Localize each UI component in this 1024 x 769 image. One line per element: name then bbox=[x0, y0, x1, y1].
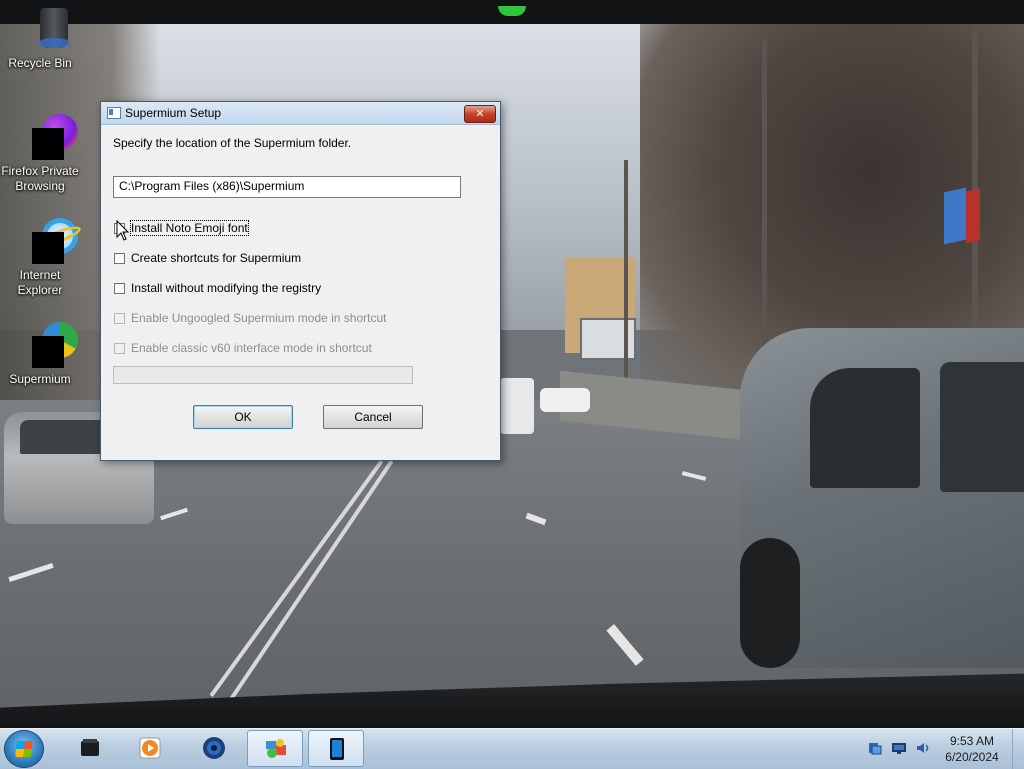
dialog-title: Supermium Setup bbox=[125, 106, 222, 120]
folder-instruction-label: Specify the location of the Supermium fo… bbox=[113, 136, 352, 150]
close-button[interactable]: ✕ bbox=[464, 105, 496, 123]
wallpaper-pole-right bbox=[972, 30, 978, 330]
taskbar-item-supermium-setup[interactable] bbox=[308, 730, 364, 767]
internet-explorer-icon bbox=[16, 218, 83, 266]
clock-time: 9:53 AM bbox=[949, 734, 995, 748]
checkbox-label: Install Noto Emoji font bbox=[130, 220, 249, 236]
setup-app-icon bbox=[107, 107, 121, 119]
install-path-input[interactable]: C:\Program Files (x86)\Supermium bbox=[113, 176, 461, 198]
wallpaper-car-distant bbox=[540, 388, 590, 412]
start-button[interactable] bbox=[5, 731, 43, 767]
clock-date: 6/20/2024 bbox=[945, 750, 999, 764]
desktop-icon-label: Recycle Bin bbox=[8, 56, 72, 70]
wallpaper-car-right bbox=[740, 328, 1024, 668]
close-icon: ✕ bbox=[475, 107, 485, 120]
desktop-icon-recycle-bin[interactable]: Recycle Bin bbox=[0, 8, 80, 71]
show-desktop-button[interactable] bbox=[1012, 729, 1024, 769]
cancel-button[interactable]: Cancel bbox=[323, 405, 423, 429]
checkbox-box bbox=[114, 313, 125, 324]
control-panel-icon bbox=[266, 739, 286, 758]
wallpaper-street-lamp bbox=[624, 160, 628, 400]
wallpaper-flag-blue bbox=[944, 187, 966, 245]
checkbox-label: Enable classic v60 interface mode in sho… bbox=[131, 341, 372, 355]
checkbox-box bbox=[114, 343, 125, 354]
checkbox-label: Create shortcuts for Supermium bbox=[131, 251, 302, 265]
media-player-icon bbox=[139, 737, 161, 759]
taskbar-item-browser[interactable] bbox=[186, 730, 242, 767]
supermium-setup-dialog: Supermium Setup ✕ Specify the location o… bbox=[100, 101, 501, 461]
desktop-icon-firefox-private[interactable]: Firefox Private Browsing bbox=[0, 114, 80, 194]
taskbar-item-media-player[interactable] bbox=[122, 730, 178, 767]
taskbar-item-control-panel[interactable] bbox=[247, 730, 303, 767]
desktop-icon-internet-explorer[interactable]: Internet Explorer bbox=[0, 218, 83, 298]
windows-logo-icon bbox=[15, 741, 33, 757]
checkbox-box[interactable] bbox=[114, 253, 125, 264]
wallpaper-van bbox=[500, 378, 534, 434]
wallpaper-flag-red bbox=[966, 188, 980, 244]
dialog-title-bar[interactable]: Supermium Setup ✕ bbox=[101, 102, 500, 125]
mouse-cursor-icon bbox=[116, 220, 130, 241]
checkbox-label: Enable Ungoogled Supermium mode in short… bbox=[131, 311, 387, 325]
desktop-icon-label: Firefox Private Browsing bbox=[1, 164, 79, 193]
recycle-bin-icon bbox=[16, 8, 70, 54]
supermium-icon bbox=[16, 322, 78, 370]
file-manager-icon bbox=[81, 739, 99, 756]
desktop-icon-supermium[interactable]: Supermium bbox=[0, 322, 80, 387]
network-icon[interactable] bbox=[868, 741, 882, 755]
firefox-private-icon bbox=[16, 114, 78, 162]
checkbox-label: Install without modifying the registry bbox=[131, 281, 322, 295]
taskbar-clock[interactable]: 9:53 AM 6/20/2024 bbox=[938, 733, 1006, 765]
checkbox-box[interactable] bbox=[114, 283, 125, 294]
ok-button[interactable]: OK bbox=[193, 405, 293, 429]
display-icon[interactable] bbox=[892, 741, 906, 755]
desktop-icon-label: Internet Explorer bbox=[17, 268, 63, 297]
wallpaper-top-edge bbox=[0, 0, 1024, 24]
browser-icon bbox=[203, 737, 225, 759]
supermium-setup-icon bbox=[330, 738, 344, 760]
taskbar: 9:53 AM 6/20/2024 bbox=[0, 728, 1024, 769]
install-progress-bar bbox=[113, 366, 413, 384]
desktop-icon-label: Supermium bbox=[9, 372, 71, 386]
volume-icon[interactable] bbox=[916, 741, 930, 755]
taskbar-item-file-manager[interactable] bbox=[62, 730, 118, 767]
